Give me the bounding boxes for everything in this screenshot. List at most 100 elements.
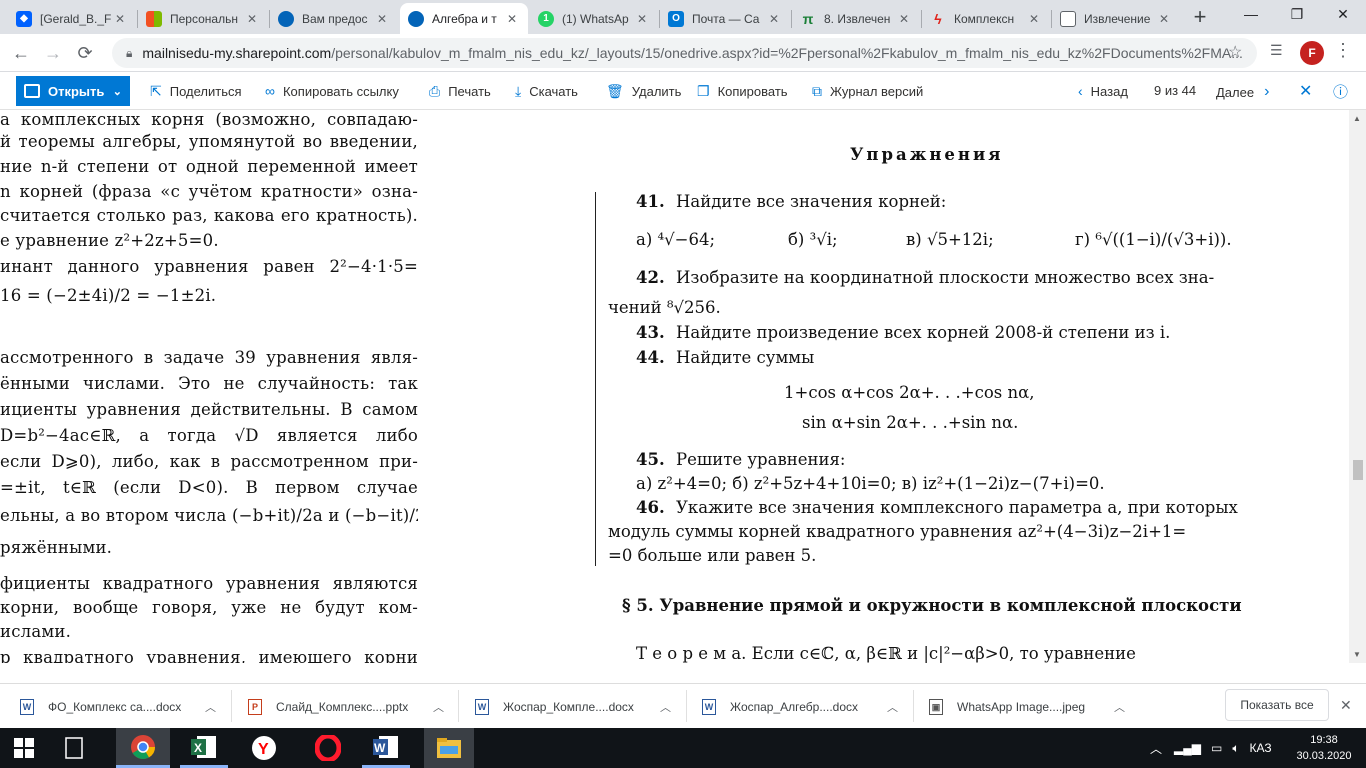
close-shelf-icon[interactable]: ✕ bbox=[1340, 697, 1352, 714]
download-button[interactable]: ⤓ Скачать bbox=[515, 83, 578, 100]
close-icon[interactable]: ✕ bbox=[896, 12, 912, 26]
ex42-text-cont: чений ⁸√256. bbox=[608, 298, 721, 317]
left-page-line: ислами. bbox=[0, 622, 72, 641]
show-all-downloads-button[interactable]: Показать все bbox=[1225, 689, 1329, 721]
share-label: Поделиться bbox=[169, 84, 242, 99]
browser-tab[interactable]: Вам предос ✕ bbox=[270, 3, 398, 34]
tab-title: Персональн bbox=[170, 11, 238, 26]
browser-tab[interactable]: 1 (1) WhatsAp ✕ bbox=[530, 3, 658, 34]
info-icon[interactable]: ⓘ bbox=[1333, 81, 1348, 102]
open-button[interactable]: Открыть ⌄ bbox=[16, 76, 130, 106]
close-icon[interactable]: ✕ bbox=[112, 12, 128, 26]
tab-title: Алгебра и т bbox=[432, 11, 497, 26]
browser-tab[interactable]: ◆ [Gerald_B._F ✕ bbox=[8, 3, 136, 34]
profile-avatar[interactable]: F bbox=[1300, 41, 1324, 65]
chrome-taskbar-icon[interactable] bbox=[116, 728, 170, 768]
svg-text:X: X bbox=[194, 741, 202, 755]
left-page-line: а комплексных корня (возможно, совпадаю- bbox=[0, 110, 418, 129]
chevron-up-icon[interactable]: ︿ bbox=[433, 699, 444, 715]
reload-icon[interactable]: ⟳ bbox=[72, 40, 98, 66]
copy-button[interactable]: ❐ Копировать bbox=[697, 83, 788, 100]
window-close-button[interactable]: ✕ bbox=[1320, 0, 1366, 30]
print-button[interactable]: ⎙ Печать bbox=[429, 83, 491, 100]
page-icon bbox=[1060, 10, 1076, 27]
forward-arrow-icon[interactable]: → bbox=[40, 40, 66, 66]
scroll-down-icon[interactable]: ▼ bbox=[1353, 650, 1361, 659]
excel-taskbar-icon[interactable]: X bbox=[180, 728, 228, 768]
download-icon: ⤓ bbox=[515, 83, 522, 99]
nav-next-button[interactable]: Далее › bbox=[1216, 83, 1269, 101]
version-history-button[interactable]: ⧉ Журнал версий bbox=[812, 83, 923, 100]
chevron-left-icon: ‹ bbox=[1078, 83, 1083, 99]
browser-tab[interactable]: ϟ Комплексн ✕ bbox=[922, 3, 1050, 34]
task-view-icon[interactable] bbox=[50, 728, 98, 768]
nav-back-button[interactable]: ‹ Назад bbox=[1078, 83, 1128, 99]
opera-icon[interactable] bbox=[304, 728, 352, 768]
scroll-thumb[interactable] bbox=[1353, 460, 1363, 480]
yandex-browser-icon[interactable]: Y bbox=[240, 728, 288, 768]
keyboard-language[interactable]: КАЗ bbox=[1250, 741, 1272, 755]
restore-button[interactable]: ❐ bbox=[1274, 0, 1320, 30]
close-icon[interactable]: ✕ bbox=[374, 12, 390, 26]
download-label: Скачать bbox=[529, 84, 578, 99]
share-button[interactable]: ⇱ Поделиться bbox=[150, 83, 242, 100]
menu-kebab-icon[interactable]: ⋮ bbox=[1334, 40, 1352, 61]
volume-icon[interactable]: 🔈︎ bbox=[1232, 741, 1239, 756]
word-taskbar-icon[interactable]: W bbox=[362, 728, 410, 768]
back-arrow-icon[interactable]: ← bbox=[8, 40, 34, 66]
word-file-icon: W bbox=[702, 699, 716, 715]
close-viewer-icon[interactable]: ✕ bbox=[1299, 81, 1312, 101]
chevron-up-icon[interactable]: ︿ bbox=[660, 699, 671, 715]
minimize-button[interactable]: — bbox=[1228, 0, 1274, 30]
tab-title: 8. Извлечен bbox=[824, 11, 891, 26]
scroll-up-icon[interactable]: ▲ bbox=[1353, 114, 1361, 123]
browser-tab[interactable]: Персональн ✕ bbox=[138, 3, 268, 34]
copy-link-button[interactable]: ∞ Копировать ссылку bbox=[265, 83, 399, 99]
whatsapp-icon: 1 bbox=[538, 10, 554, 27]
start-windows-icon[interactable] bbox=[0, 728, 48, 768]
browser-tab[interactable]: Извлечение ✕ bbox=[1052, 3, 1180, 34]
close-icon[interactable]: ✕ bbox=[1156, 12, 1172, 26]
close-icon[interactable]: ✕ bbox=[634, 12, 650, 26]
clock-time: 19:38 bbox=[1310, 734, 1338, 746]
close-icon[interactable]: ✕ bbox=[244, 12, 260, 26]
back-label: Назад bbox=[1090, 83, 1128, 99]
clock[interactable]: 19:38 30.03.2020 bbox=[1296, 732, 1352, 764]
left-page-line: фициенты квадратного уравнения являются bbox=[0, 574, 418, 593]
system-tray: ︿ ▂▄▆ ▭ 🔈︎ КАЗ bbox=[1150, 728, 1284, 768]
chevron-up-icon[interactable]: ︿ bbox=[205, 699, 216, 715]
download-item[interactable]: W Жоспар_Алгебр....docx ︿ bbox=[702, 692, 898, 722]
left-page-line: ние n-й степени от одной переменной имее… bbox=[0, 157, 418, 176]
left-page-line: n корней (фраза «с учётом кратности» озн… bbox=[0, 182, 418, 201]
microsoft-icon bbox=[146, 10, 162, 27]
open-doc-icon bbox=[24, 84, 40, 98]
url-omnibox[interactable]: 🔒︎ mailnisedu-my.sharepoint.com/personal… bbox=[112, 38, 1257, 68]
browser-tab[interactable]: π 8. Извлечен ✕ bbox=[792, 3, 920, 34]
download-item[interactable]: W Жоспар_Комплe....docx ︿ bbox=[475, 692, 671, 722]
reading-list-icon[interactable]: ☰ bbox=[1270, 42, 1283, 59]
close-icon[interactable]: ✕ bbox=[766, 12, 782, 26]
browser-tab-active[interactable]: Алгебра и т ✕ bbox=[400, 3, 528, 34]
chevron-up-icon[interactable]: ︿ bbox=[887, 699, 898, 715]
download-item[interactable]: W ФО_Комплекс са....docx ︿ bbox=[20, 692, 216, 722]
browser-tab[interactable]: O Почта — Са ✕ bbox=[660, 3, 790, 34]
history-icon: ⧉ bbox=[812, 83, 822, 99]
new-tab-button[interactable]: + bbox=[1186, 4, 1214, 32]
download-item[interactable]: P Слайд_Комплекс....pptx ︿ bbox=[248, 692, 444, 722]
download-item[interactable]: ▣ WhatsApp Image....jpeg ︿ bbox=[929, 692, 1125, 722]
delete-button[interactable]: 🗑︎ Удалить bbox=[606, 83, 681, 100]
bookmark-star-icon[interactable]: ☆ bbox=[1228, 42, 1242, 62]
tab-title: Комплексн bbox=[954, 11, 1015, 26]
close-icon[interactable]: ✕ bbox=[1026, 12, 1042, 26]
wifi-signal-icon[interactable]: ▂▄▆ bbox=[1174, 741, 1201, 755]
left-page-line: инант данного уравнения равен 2²−4·1·5= bbox=[0, 257, 418, 276]
chevron-up-icon[interactable]: ︿ bbox=[1114, 699, 1125, 715]
network-icon[interactable]: ▭ bbox=[1211, 741, 1222, 755]
ex41-text: Найдите все значения корней: bbox=[676, 192, 947, 211]
chevron-up-icon[interactable]: ︿ bbox=[1150, 740, 1162, 757]
ex45-text: Решите уравнения: bbox=[676, 450, 846, 469]
vertical-scrollbar[interactable]: ▲ ▼ bbox=[1349, 110, 1366, 663]
file-explorer-icon[interactable] bbox=[424, 728, 474, 768]
chevron-down-icon: ⌄ bbox=[112, 85, 122, 98]
close-icon[interactable]: ✕ bbox=[504, 12, 520, 26]
